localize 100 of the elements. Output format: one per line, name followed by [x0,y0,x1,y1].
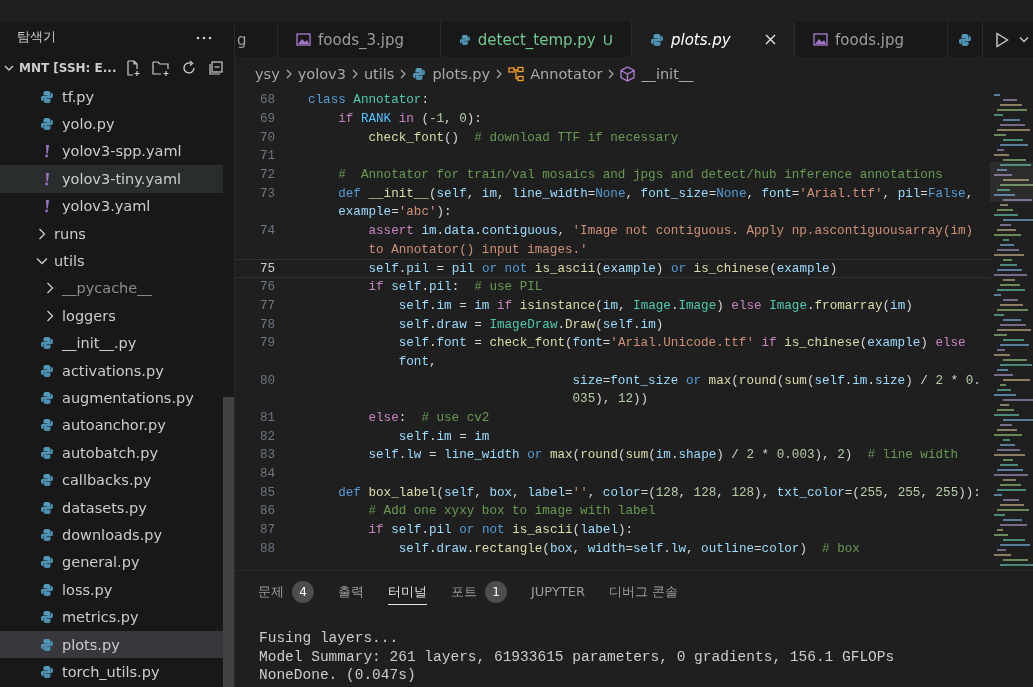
file-icon [40,610,54,625]
code-line: assert im.data.contiguous, 'Image not contiguous. Apply np.ascontiguousarray(im) [367,224,974,239]
panel-tab[interactable]: 문제 4 [258,579,314,605]
editor-tab[interactable]: plots.py [632,22,795,57]
code-line: if self.pil: # use PIL [367,280,543,295]
tree-item[interactable]: yolov3-spp.yaml [0,137,223,166]
file-icon [40,555,54,570]
code-line: self.font = check_font(font='Arial.Unicode.ttf' if is_chinese(example) else [397,336,966,351]
tree-item[interactable]: torch_utils.py [0,658,223,686]
panel-tab[interactable]: JUPYTER [531,579,586,605]
terminal-line: Model Summary: 261 layers, 61933615 parameters, 0 gradients, 156.1 GFLOPs [259,648,896,667]
tree-item[interactable]: loss.py [0,576,223,604]
breadcrumb-item[interactable]: ysy [255,65,280,82]
tree-item[interactable]: yolo.py [0,110,223,138]
file-icon [459,32,471,47]
file-icon [40,637,54,652]
line-number: 70 [259,130,275,145]
code-line: if self.pil or not is_ascii(label): [367,523,634,538]
tree-item[interactable]: activations.py [0,356,223,385]
tree-item[interactable]: tf.py [0,83,223,111]
tree-item[interactable]: autobatch.py [0,439,223,467]
file-icon [40,418,54,433]
line-number: 68 [259,93,275,108]
tree-item[interactable]: general.py [0,548,223,577]
tree-item[interactable]: __pycache__ [0,274,223,303]
breadcrumb-item[interactable]: Annotator [530,65,603,82]
line-number: 71 [259,149,275,164]
cube-icon [620,65,636,82]
file-icon [40,473,54,488]
line-number: 73 [259,186,275,201]
line-number: 69 [259,112,275,127]
tree-item[interactable]: datasets.py [0,493,223,522]
scrollbar-thumb[interactable] [223,397,234,687]
file-icon [958,32,972,47]
panel-tab[interactable]: 터미널 [388,579,427,605]
tree-item[interactable]: augmentations.py [0,384,223,412]
line-number: 78 [259,317,275,332]
image-file-icon [296,33,311,46]
breadcrumb-item[interactable]: yolov3 [297,65,346,82]
code-line: def box_label(self, box, label='', color=(128, 128, 128), txt_color=(255, 255, 255)): [337,485,981,500]
tree-item[interactable]: downloads.py [0,521,223,549]
tree-item[interactable]: loggers [0,302,223,330]
exclamation-icon [44,171,50,186]
line-number: 79 [259,336,275,351]
file-icon [40,336,54,351]
file-icon [40,664,54,679]
tree-item[interactable]: runs [0,219,223,248]
run-icon[interactable] [995,31,1009,48]
line-number: 88 [259,541,275,556]
chevron-right-icon [351,68,358,79]
editor-tab[interactable]: foods_3.jpg [278,22,441,57]
count-badge: 1 [485,580,507,603]
code-line: class Annotator: [308,93,429,108]
breadcrumb-item[interactable]: __init__ [641,65,694,82]
exclamation-icon [44,199,50,214]
panel-tab[interactable]: 출력 [338,579,364,605]
panel-tab[interactable]: 포트 1 [451,579,507,605]
code-line: self.im = im if isinstance(im, Image.Image) else Image.fromarray(im) [397,298,913,313]
tree-item[interactable]: autoanchor.py [0,411,223,440]
tree-item[interactable]: plots.py [0,630,223,659]
tree-item[interactable]: __init__.py [0,329,223,357]
tree-item[interactable]: yolov3-tiny.yaml [0,165,223,193]
line-number: 85 [259,485,275,500]
code-line: size=font_size or max(round(sum(self.im.size) / 2 * 0. [571,373,981,388]
line-number: 72 [259,168,275,183]
code-line: font, [397,354,437,369]
file-icon [40,363,54,378]
workspace-root[interactable]: MNT [SSH: E... [19,61,117,76]
line-number: 77 [259,298,275,313]
new-file-icon[interactable] [124,59,142,78]
chevron-down-icon[interactable] [4,64,14,73]
tree-item[interactable]: callbacks.py [0,466,223,494]
new-folder-icon[interactable] [151,59,171,78]
line-number: 87 [259,523,275,538]
line-number: 76 [259,280,275,295]
tree-item[interactable]: metrics.py [0,603,223,631]
file-icon [40,527,54,542]
more-icon[interactable] [196,35,212,40]
editor-tab[interactable]: foods.jpg [795,22,948,57]
breadcrumb-item[interactable]: plots.py [432,65,491,82]
line-number: 83 [259,448,275,463]
line-number: 82 [259,429,275,444]
panel-tab[interactable]: 디버그 콘솔 [609,579,679,605]
code-line: example='abc'): [337,205,452,220]
chevron-down-icon[interactable] [1019,36,1029,43]
file-icon [40,582,54,597]
code-line: self.pil = pil or not is_ascii(example) or is_chinese(example) [367,261,838,276]
editor-tab[interactable]: g [235,22,278,57]
line-number: 86 [259,504,275,519]
class-symbol-icon [508,65,525,82]
file-icon [40,500,54,515]
tree-item[interactable]: yolov3.yaml [0,192,223,220]
tree-item[interactable]: utils [0,247,223,275]
line-number: 84 [259,467,275,482]
code-line: self.im = im [397,429,490,444]
chevron-right-icon [400,68,407,79]
collapse-all-icon[interactable] [207,59,225,78]
line-number: 80 [259,373,275,388]
breadcrumb-item[interactable]: utils [363,65,395,82]
close-icon[interactable] [765,34,776,45]
